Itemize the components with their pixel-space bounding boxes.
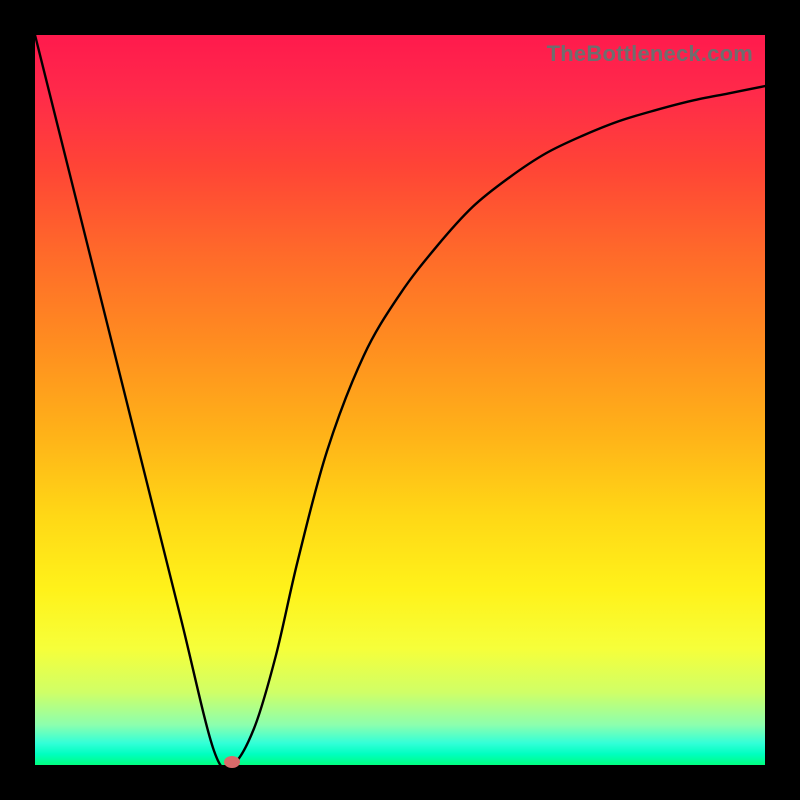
bottleneck-curve bbox=[35, 35, 765, 765]
plot-area: TheBottleneck.com bbox=[35, 35, 765, 765]
chart-frame: TheBottleneck.com bbox=[0, 0, 800, 800]
minimum-point-marker bbox=[224, 756, 240, 768]
